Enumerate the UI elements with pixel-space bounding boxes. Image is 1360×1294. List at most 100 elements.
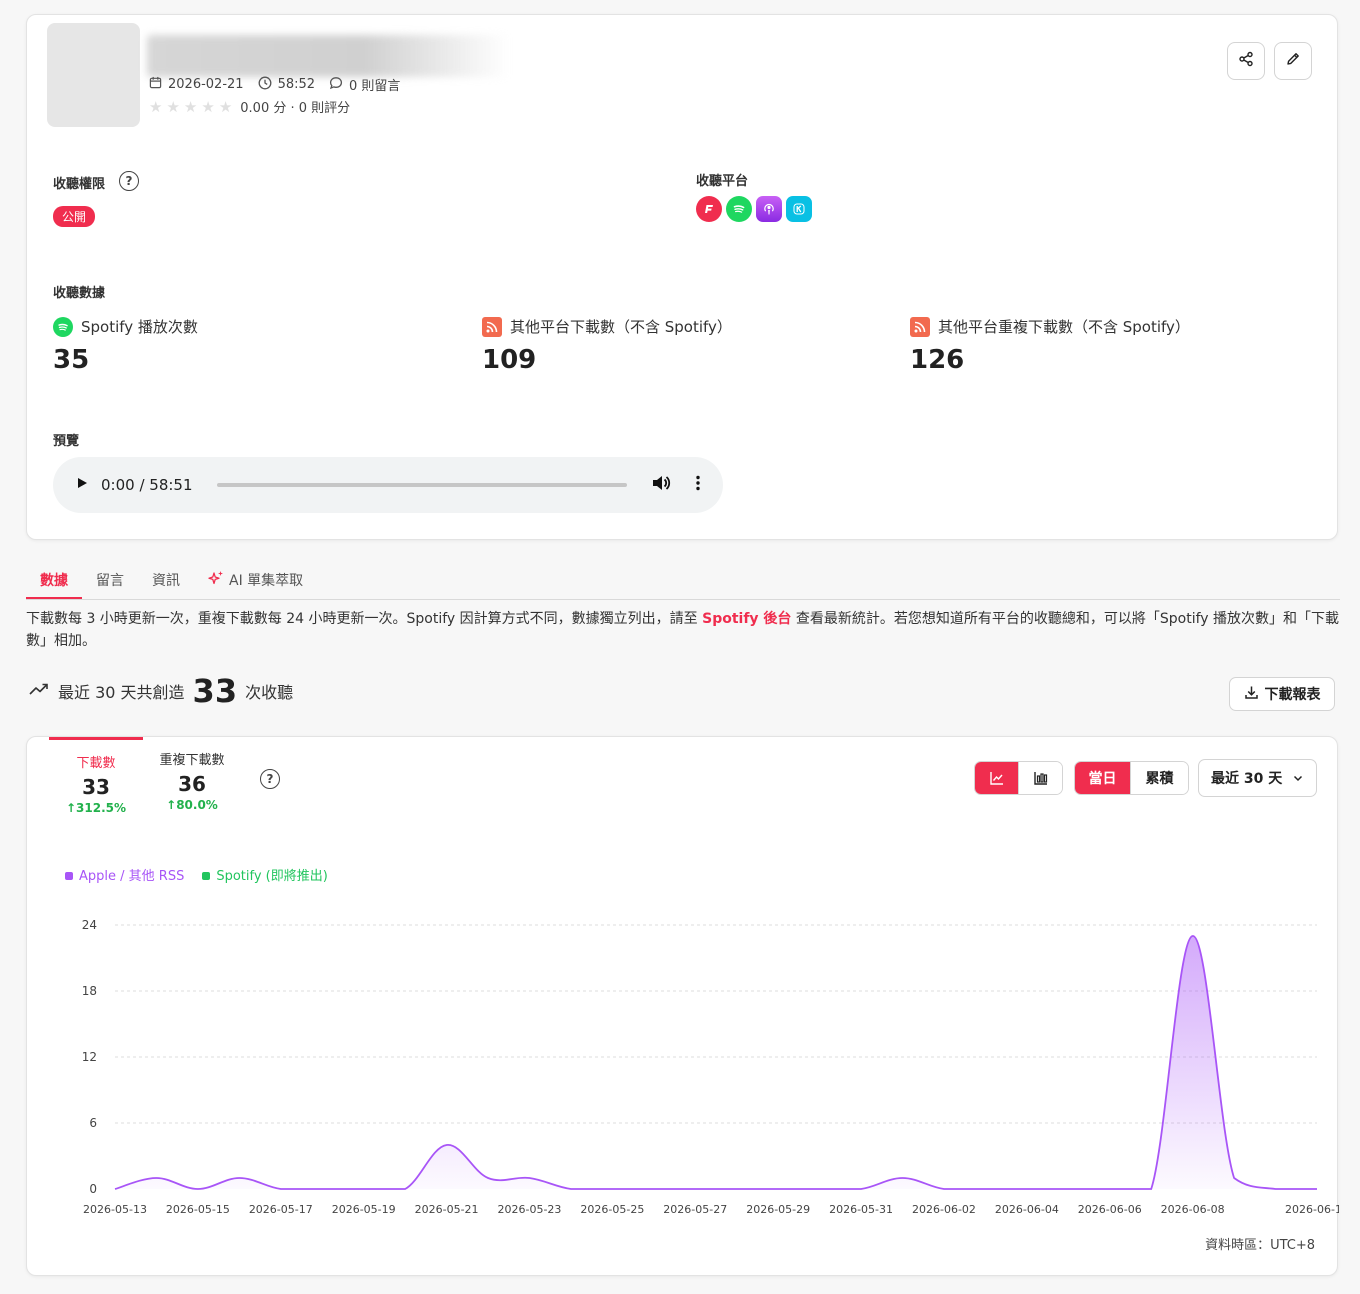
kkbox-icon[interactable] (786, 196, 812, 222)
tab-data[interactable]: 數據 (26, 560, 82, 599)
other-downloads-text: 其他平台下載數（不含 Spotify） (510, 318, 732, 336)
data-point[interactable] (109, 1183, 121, 1195)
x-tick-label: 2026-05-31 (829, 1203, 893, 1216)
help-icon[interactable]: ? (119, 171, 139, 191)
summary-value: 33 (192, 672, 238, 710)
help-icon[interactable]: ? (260, 769, 280, 789)
spotify-icon[interactable] (726, 196, 752, 222)
data-description: 下載數每 3 小時更新一次，重複下載數每 24 小時更新一次。Spotify 因… (26, 608, 1340, 652)
data-point[interactable] (565, 1183, 577, 1195)
data-point[interactable] (358, 1183, 370, 1195)
spotify-plays-text: Spotify 播放次數 (81, 318, 198, 336)
data-point[interactable] (1228, 1172, 1240, 1184)
y-tick-label: 24 (82, 918, 97, 932)
data-point[interactable] (1104, 1183, 1116, 1195)
rating-text: 0.00 分 · 0 則評分 (240, 101, 351, 116)
x-tick-label: 2026-05-17 (249, 1203, 313, 1216)
download-icon (1244, 685, 1259, 704)
star-icon: ★ (149, 97, 163, 116)
play-icon[interactable] (75, 476, 89, 494)
tab-ai-extract-label: AI 單集萃取 (229, 572, 304, 589)
data-point[interactable] (772, 1183, 784, 1195)
x-tick-label: 2026-05-15 (166, 1203, 230, 1216)
more-options-icon[interactable] (695, 474, 701, 496)
data-point[interactable] (1311, 1183, 1323, 1195)
spotify-backend-link[interactable]: Spotify 後台 (702, 611, 791, 627)
data-point[interactable] (648, 1183, 660, 1195)
series-area-apple (115, 935, 1317, 1189)
metric-value: 33 (82, 775, 110, 799)
audio-player: 0:00 / 58:51 (53, 457, 723, 513)
data-point[interactable] (1187, 930, 1199, 942)
metric-change-value: 312.5% (76, 801, 127, 815)
data-point[interactable] (441, 1139, 453, 1151)
series-line-apple[interactable] (114, 935, 1317, 1190)
spotify-plays-value: 35 (53, 345, 90, 375)
aggregation-toggle: 當日 累積 (1074, 761, 1189, 795)
data-point[interactable] (897, 1172, 909, 1184)
data-point[interactable] (399, 1183, 411, 1195)
legend-item-spotify[interactable]: Spotify (即將推出) (202, 865, 328, 884)
data-point[interactable] (1270, 1183, 1282, 1195)
data-point[interactable] (1062, 1183, 1074, 1195)
x-tick-label: 2026-06-06 (1078, 1203, 1142, 1216)
legend-label: Apple / 其他 RSS (79, 869, 185, 884)
clock-icon (258, 76, 272, 94)
y-tick-label: 12 (82, 1050, 97, 1064)
tab-comments[interactable]: 留言 (82, 560, 138, 599)
data-point[interactable] (689, 1183, 701, 1195)
data-point[interactable] (979, 1183, 991, 1195)
cumulative-button[interactable]: 累積 (1130, 762, 1188, 794)
edit-button[interactable] (1274, 42, 1312, 80)
metric-change-value: 80.0% (176, 798, 218, 812)
y-tick-label: 0 (89, 1182, 97, 1196)
firstory-icon[interactable] (696, 196, 722, 222)
line-chart-button[interactable] (975, 762, 1018, 794)
data-point[interactable] (1145, 1183, 1157, 1195)
bar-chart-button[interactable] (1018, 762, 1062, 794)
metric-tab-repeat-downloads[interactable]: 重複下載數 36 ↑80.0% (145, 737, 239, 817)
platform-icons (696, 196, 812, 222)
spotify-icon (53, 316, 73, 337)
daily-button[interactable]: 當日 (1075, 762, 1131, 794)
data-point[interactable] (855, 1183, 867, 1195)
data-point[interactable] (482, 1172, 494, 1184)
tab-info[interactable]: 資訊 (138, 560, 194, 599)
data-point[interactable] (233, 1172, 245, 1184)
data-point[interactable] (192, 1183, 204, 1195)
data-point[interactable] (523, 1172, 535, 1184)
star-icon: ★ (201, 97, 215, 116)
apple-podcasts-icon[interactable] (756, 196, 782, 222)
x-tick-label: 2026-06-04 (995, 1203, 1059, 1216)
x-tick-label: 2026-06-08 (1161, 1203, 1225, 1216)
star-icon: ★ (166, 97, 180, 116)
summary-suffix: 次收聽 (245, 683, 294, 702)
metric-tab-downloads[interactable]: 下載數 33 ↑312.5% (49, 737, 143, 817)
tab-ai-extract[interactable]: AI 單集萃取 (194, 560, 317, 599)
sparkle-icon (208, 570, 224, 590)
data-point[interactable] (316, 1183, 328, 1195)
data-point[interactable] (150, 1172, 162, 1184)
data-point[interactable] (938, 1183, 950, 1195)
volume-icon[interactable] (651, 474, 671, 496)
rss-icon (482, 316, 502, 337)
seek-bar[interactable] (216, 483, 627, 487)
preview-label: 預覽 (53, 434, 80, 449)
access-label: 收聽權限 (53, 177, 106, 192)
player-time: 0:00 / 58:51 (101, 476, 193, 494)
episode-date: 2026-02-21 (168, 77, 244, 92)
download-report-button[interactable]: 下載報表 (1229, 677, 1335, 711)
data-point[interactable] (606, 1183, 618, 1195)
share-icon (1238, 51, 1254, 71)
episode-comments: 0 則留言 (349, 79, 401, 94)
y-tick-label: 6 (89, 1116, 97, 1130)
range-select[interactable]: 最近 30 天 (1198, 759, 1317, 797)
x-tick-label: 2026-05-23 (498, 1203, 562, 1216)
data-point[interactable] (275, 1183, 287, 1195)
x-tick-label: 2026-05-13 (83, 1203, 147, 1216)
data-point[interactable] (1021, 1183, 1033, 1195)
data-point[interactable] (731, 1183, 743, 1195)
data-point[interactable] (814, 1183, 826, 1195)
legend-item-apple[interactable]: Apple / 其他 RSS (65, 865, 184, 884)
share-button[interactable] (1227, 42, 1265, 80)
